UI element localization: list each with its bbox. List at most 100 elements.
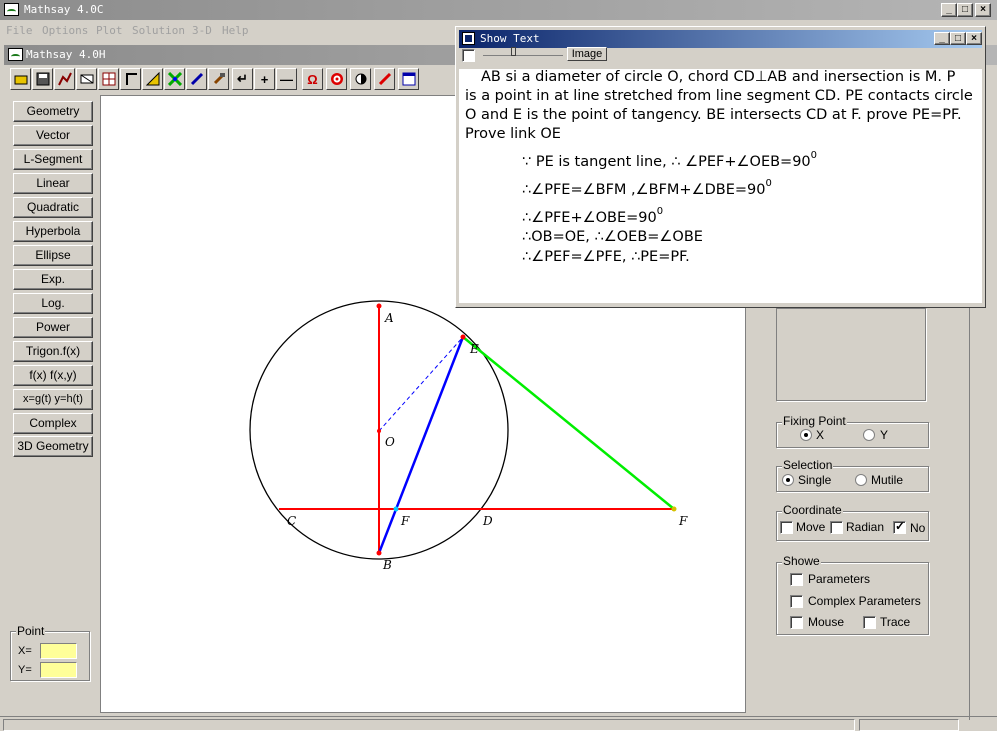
contrast-icon[interactable]	[350, 68, 371, 90]
geometry-button[interactable]: Geometry	[13, 101, 93, 122]
mouse-checkbox[interactable]	[790, 616, 803, 629]
selection-single-label: Single	[798, 473, 832, 487]
erase-icon[interactable]	[76, 68, 97, 90]
show-text-window: Show Text _ □ × Image AB si a diameter o…	[455, 26, 986, 308]
tangent-pe	[462, 336, 675, 510]
coordinate-no-label: No	[910, 521, 926, 535]
selection-single-radio[interactable]	[782, 474, 794, 486]
status-pane-main	[3, 719, 855, 731]
show-text-checkbox[interactable]	[462, 49, 475, 62]
label-d: D	[482, 514, 493, 528]
point-group-label: Point	[16, 624, 46, 638]
coordinate-label: Coordinate	[782, 503, 843, 517]
menu-3d[interactable]: 3-D	[192, 24, 212, 37]
log-button[interactable]: Log.	[13, 293, 93, 314]
complex-parameters-checkbox[interactable]	[790, 595, 803, 608]
grid-icon[interactable]	[98, 68, 119, 90]
segment-oe	[378, 336, 464, 432]
point-o	[377, 429, 381, 433]
selection-mutile-label: Mutile	[871, 473, 904, 487]
coordinate-move-checkbox[interactable]	[780, 521, 793, 534]
power-button[interactable]: Power	[13, 317, 93, 338]
maximize-icon[interactable]: □	[957, 3, 973, 17]
open-icon[interactable]	[10, 68, 31, 90]
quadratic-button[interactable]: Quadratic	[13, 197, 93, 218]
target-icon[interactable]	[326, 68, 347, 90]
complex-button[interactable]: Complex	[13, 413, 93, 434]
point-e	[460, 334, 466, 340]
minus-icon[interactable]: —	[276, 68, 297, 90]
vector-button[interactable]: Vector	[13, 125, 93, 146]
menu-plot[interactable]: Plot	[96, 24, 123, 37]
coordinate-move-label: Move	[796, 520, 826, 534]
close-icon[interactable]: ×	[975, 3, 991, 17]
minimize-icon[interactable]: _	[941, 3, 957, 17]
problem-line-4: Prove link OE	[465, 126, 561, 142]
linear-button[interactable]: Linear	[13, 173, 93, 194]
preview-box	[776, 308, 926, 401]
hammer-icon[interactable]	[208, 68, 229, 90]
point-p	[671, 506, 677, 512]
point-f	[393, 506, 399, 512]
coordinate-radian-label: Radian	[846, 520, 885, 534]
exp-button[interactable]: Exp.	[13, 269, 93, 290]
trigon-button[interactable]: Trigon.f(x)	[13, 341, 93, 362]
image-button[interactable]: Image	[567, 47, 607, 61]
point-a	[376, 303, 382, 309]
point-y-field[interactable]	[40, 662, 77, 678]
menu-file[interactable]: File	[6, 24, 33, 37]
complex-parameters-label: Complex Parameters	[808, 594, 921, 608]
zoom-slider[interactable]	[483, 47, 563, 56]
fixing-y-radio[interactable]	[863, 429, 875, 441]
inner-app-icon	[8, 48, 23, 61]
inner-window-title: Mathsay 4.0H	[26, 48, 106, 61]
show-text-title-bar[interactable]: Show Text _ □ ×	[459, 30, 982, 48]
fx-fxy-button[interactable]: f(x) f(x,y)	[13, 365, 93, 386]
fixing-y-label: Y	[880, 428, 889, 442]
trace-checkbox[interactable]	[863, 616, 876, 629]
plus-icon[interactable]: +	[254, 68, 275, 90]
function-panel: Geometry Vector L-Segment Linear Quadrat…	[6, 95, 98, 715]
label-p: F	[678, 514, 688, 528]
outer-title-bar[interactable]: Mathsay 4.0C _ □ ×	[0, 0, 997, 20]
hyperbola-button[interactable]: Hyperbola	[13, 221, 93, 242]
label-c: C	[287, 514, 296, 528]
save-icon[interactable]	[32, 68, 53, 90]
show-text-maximize-icon[interactable]: □	[950, 32, 966, 45]
3d-geometry-button[interactable]: 3D Geometry	[13, 436, 93, 457]
selection-mutile-radio[interactable]	[855, 474, 867, 486]
omega-icon[interactable]: Ω	[302, 68, 323, 90]
pencil-icon[interactable]	[374, 68, 395, 90]
fixing-x-label: X	[816, 428, 825, 442]
plot-icon[interactable]	[54, 68, 75, 90]
status-bar	[0, 716, 997, 731]
show-text-close-icon[interactable]: ×	[966, 32, 982, 45]
menu-help[interactable]: Help	[222, 24, 249, 37]
measure-icon[interactable]	[142, 68, 163, 90]
coordinate-radian-checkbox[interactable]	[830, 521, 843, 534]
coordinate-no-checkbox[interactable]	[893, 519, 906, 534]
menu-solution[interactable]: Solution	[132, 24, 185, 37]
parametric-button[interactable]: x=g(t) y=h(t)	[13, 389, 93, 410]
proof-step-5: ∴∠PEF=∠PFE, ∴PE=PF.	[522, 249, 690, 265]
l-segment-button[interactable]: L-Segment	[13, 149, 93, 170]
outer-window-title: Mathsay 4.0C	[24, 3, 104, 16]
label-e: E	[469, 342, 479, 356]
pen-icon[interactable]	[186, 68, 207, 90]
angle-icon[interactable]	[120, 68, 141, 90]
point-x-field[interactable]	[40, 643, 77, 659]
ellipse-button[interactable]: Ellipse	[13, 245, 93, 266]
parameters-checkbox[interactable]	[790, 573, 803, 586]
show-text-minimize-icon[interactable]: _	[934, 32, 950, 45]
label-a: A	[384, 311, 394, 325]
proof-step-1: ∵ PE is tangent line, ∴ ∠PEF+∠OEB=900	[522, 150, 818, 170]
app-icon	[4, 3, 19, 16]
return-icon[interactable]: ↵	[232, 68, 253, 90]
label-o: O	[385, 435, 395, 449]
status-pane-right	[859, 719, 959, 731]
point-b	[376, 550, 382, 556]
window-icon[interactable]	[398, 68, 419, 90]
menu-options[interactable]: Options	[42, 24, 88, 37]
intersect-icon[interactable]	[164, 68, 185, 90]
fixing-x-radio[interactable]	[800, 429, 812, 441]
